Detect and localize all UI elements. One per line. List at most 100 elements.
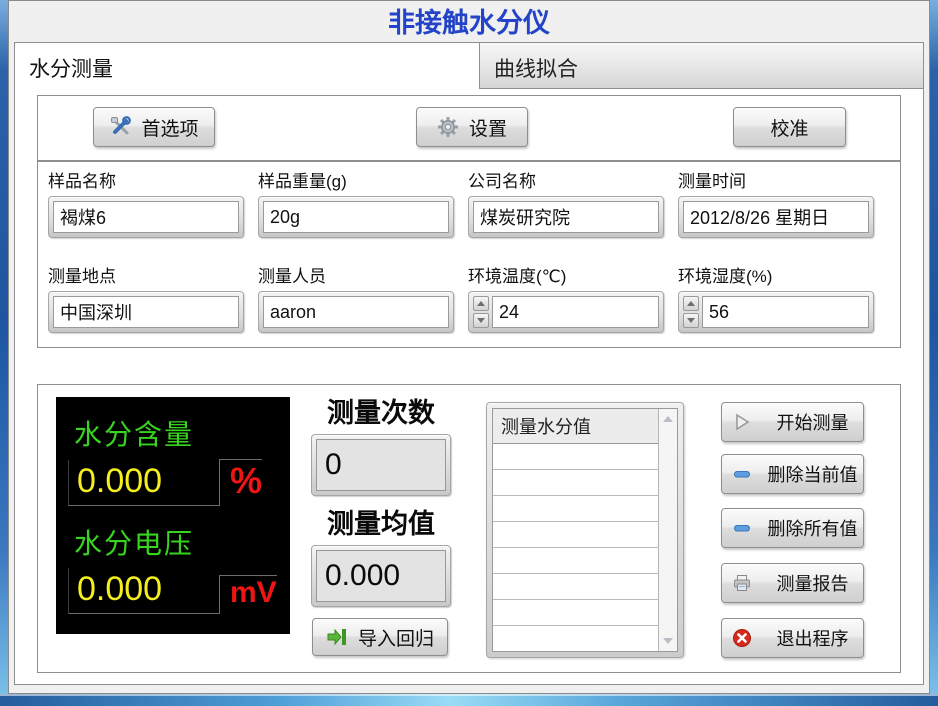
list-scrollbar[interactable] bbox=[658, 409, 677, 651]
delete-all-label: 删除所有值 bbox=[762, 515, 863, 541]
field-label: 测量地点 bbox=[48, 265, 244, 291]
tab-moisture-measurement[interactable]: 水分测量 bbox=[15, 43, 480, 89]
start-measure-button[interactable]: 开始测量 bbox=[721, 402, 864, 442]
field-label: 公司名称 bbox=[468, 170, 664, 196]
ambient-temperature-input[interactable] bbox=[492, 296, 659, 328]
import-icon bbox=[326, 626, 348, 648]
list-item[interactable] bbox=[493, 574, 658, 600]
calibrate-button[interactable]: 校准 bbox=[733, 107, 846, 147]
temperature-stepper bbox=[473, 296, 489, 328]
delete-current-label: 删除当前值 bbox=[762, 461, 863, 487]
field-label: 测量人员 bbox=[258, 265, 454, 291]
sample-weight-input[interactable] bbox=[263, 201, 449, 233]
operator-input[interactable] bbox=[263, 296, 449, 328]
ambient-humidity-input[interactable] bbox=[702, 296, 869, 328]
window-border-bottom bbox=[0, 694, 938, 706]
exit-icon bbox=[732, 628, 752, 648]
list-item[interactable] bbox=[493, 444, 658, 470]
exit-program-label: 退出程序 bbox=[762, 625, 863, 651]
preferences-label: 首选项 bbox=[141, 114, 198, 141]
measure-average-indicator: 0.000 bbox=[311, 545, 451, 607]
printer-icon bbox=[732, 573, 752, 593]
gear-icon bbox=[437, 116, 459, 138]
scroll-up-icon bbox=[663, 416, 673, 422]
application-window: 非接触水分仪 水分测量 曲线拟合 首选项 bbox=[8, 0, 930, 694]
measure-average-value: 0.000 bbox=[316, 550, 446, 602]
field-ambient-humidity: 环境湿度(%) bbox=[678, 265, 874, 333]
delete-all-button[interactable]: 删除所有值 bbox=[721, 508, 864, 548]
moisture-voltage-value: 0.000 bbox=[68, 568, 219, 614]
scroll-up-button[interactable] bbox=[659, 411, 677, 427]
toolbar-group: 首选项 设置 校准 bbox=[37, 95, 901, 161]
company-name-input[interactable] bbox=[473, 201, 659, 233]
spinner-field-frame bbox=[678, 291, 874, 333]
text-field-frame bbox=[48, 291, 244, 333]
chevron-down-icon bbox=[687, 318, 695, 323]
play-icon bbox=[732, 412, 752, 432]
window-border-left bbox=[0, 0, 8, 706]
measure-time-input[interactable] bbox=[683, 201, 869, 233]
measure-count-value: 0 bbox=[316, 439, 446, 491]
page-title: 非接触水分仪 bbox=[9, 1, 929, 41]
field-company-name: 公司名称 bbox=[468, 170, 664, 238]
text-field-frame bbox=[468, 196, 664, 238]
minus-icon bbox=[732, 518, 752, 538]
field-sample-weight: 样品重量(g) bbox=[258, 170, 454, 238]
exit-program-button[interactable]: 退出程序 bbox=[721, 618, 864, 658]
stepper-down-button[interactable] bbox=[473, 313, 489, 328]
moisture-content-row: 0.000 % bbox=[68, 459, 290, 506]
field-operator: 测量人员 bbox=[258, 265, 454, 333]
tab-page-moisture-measurement: 水分测量 曲线拟合 首选项 bbox=[14, 42, 924, 685]
tab-strip: 水分测量 曲线拟合 bbox=[15, 43, 923, 89]
import-regression-label: 导入回归 bbox=[358, 624, 434, 651]
field-label: 样品名称 bbox=[48, 170, 244, 196]
text-field-frame bbox=[48, 196, 244, 238]
measure-report-label: 测量报告 bbox=[762, 570, 863, 596]
measure-report-button[interactable]: 测量报告 bbox=[721, 563, 864, 603]
moisture-content-label: 水分含量 bbox=[74, 413, 290, 453]
field-measure-location: 测量地点 bbox=[48, 265, 244, 333]
settings-button[interactable]: 设置 bbox=[416, 107, 528, 147]
chevron-up-icon bbox=[477, 301, 485, 306]
measurement-group: 水分含量 0.000 % 水分电压 0.000 mV 测量次数 0 测量均值 bbox=[37, 384, 901, 673]
calibrate-label: 校准 bbox=[770, 114, 808, 141]
stepper-down-button[interactable] bbox=[683, 313, 699, 328]
moisture-list-body: 测量水分值 bbox=[493, 409, 658, 651]
tab-curve-fitting[interactable]: 曲线拟合 bbox=[480, 43, 923, 89]
moisture-voltage-label: 水分电压 bbox=[74, 522, 290, 562]
stepper-up-button[interactable] bbox=[473, 296, 489, 311]
moisture-content-unit: % bbox=[219, 459, 262, 506]
moisture-list-frame: 测量水分值 bbox=[486, 402, 684, 658]
window-border-right bbox=[930, 0, 938, 706]
sample-name-input[interactable] bbox=[53, 201, 239, 233]
text-field-frame bbox=[678, 196, 874, 238]
chevron-up-icon bbox=[687, 301, 695, 306]
scroll-down-button[interactable] bbox=[659, 633, 677, 649]
scroll-down-icon bbox=[663, 638, 673, 644]
field-measure-time: 测量时间 bbox=[678, 170, 874, 238]
list-item[interactable] bbox=[493, 496, 658, 522]
delete-current-button[interactable]: 删除当前值 bbox=[721, 454, 864, 494]
humidity-stepper bbox=[683, 296, 699, 328]
minus-icon bbox=[732, 464, 752, 484]
list-item[interactable] bbox=[493, 470, 658, 496]
preferences-button[interactable]: 首选项 bbox=[93, 107, 215, 147]
import-regression-button[interactable]: 导入回归 bbox=[312, 618, 448, 656]
start-measure-label: 开始测量 bbox=[762, 409, 863, 435]
list-item[interactable] bbox=[493, 522, 658, 548]
text-field-frame bbox=[258, 196, 454, 238]
measure-location-input[interactable] bbox=[53, 296, 239, 328]
list-item[interactable] bbox=[493, 626, 658, 651]
text-field-frame bbox=[258, 291, 454, 333]
field-label: 环境温度(℃) bbox=[468, 265, 664, 291]
field-ambient-temperature: 环境温度(℃) bbox=[468, 265, 664, 333]
tools-icon bbox=[109, 116, 131, 138]
field-label: 测量时间 bbox=[678, 170, 874, 196]
list-item[interactable] bbox=[493, 600, 658, 626]
list-item[interactable] bbox=[493, 548, 658, 574]
measure-count-indicator: 0 bbox=[311, 434, 451, 496]
stats-column: 测量次数 0 测量均值 0.000 bbox=[306, 385, 456, 607]
settings-label: 设置 bbox=[469, 114, 507, 141]
spinner-field-frame bbox=[468, 291, 664, 333]
stepper-up-button[interactable] bbox=[683, 296, 699, 311]
